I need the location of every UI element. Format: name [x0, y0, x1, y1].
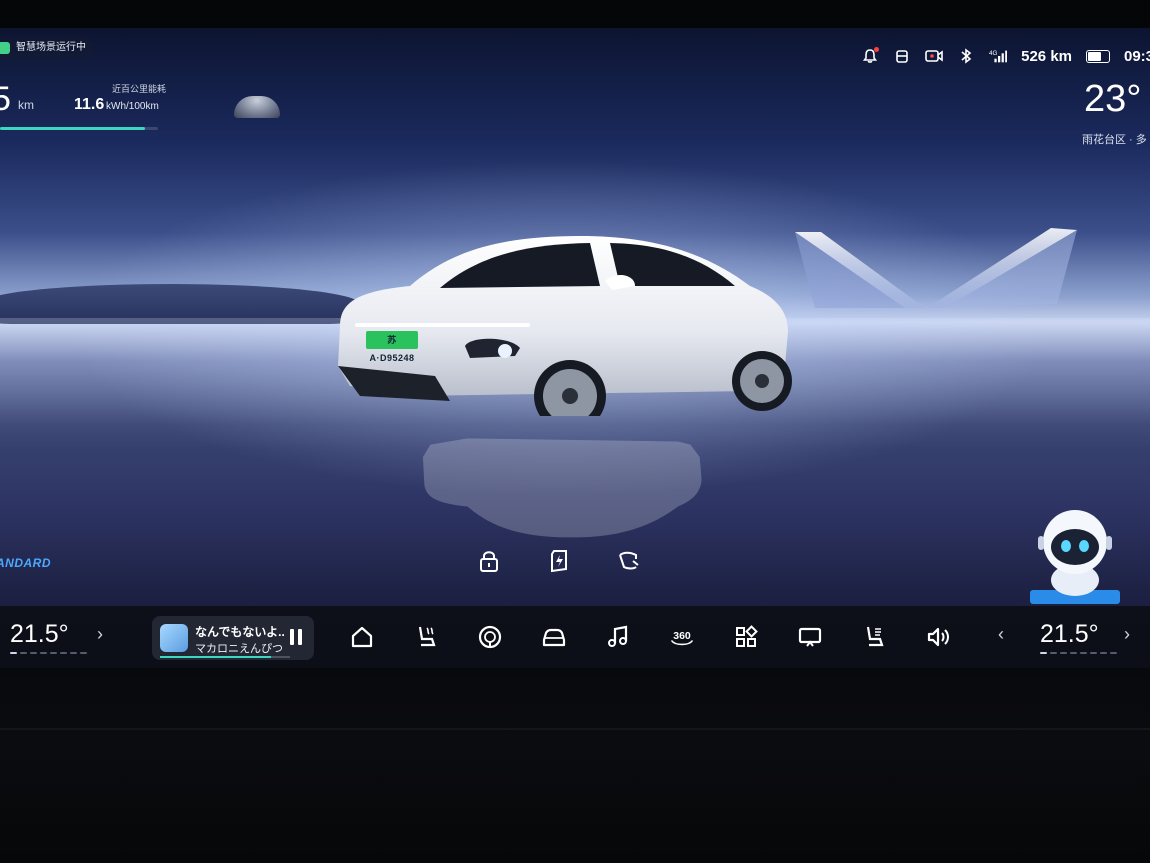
temperature-level-dot [1040, 652, 1047, 654]
infotainment-screen: 苏A·D95248 智慧场景运行中 5 km 近百公里能耗 11.6 kWh/1… [0, 28, 1150, 668]
energy-consumption-label: 近百公里能耗 [112, 84, 167, 94]
drive-mode-label[interactable]: ANDARD [0, 556, 51, 570]
driver-temperature-level [10, 652, 87, 654]
scene-cube-icon [0, 42, 10, 54]
album-art-icon [160, 624, 188, 652]
steering-heat-icon[interactable] [474, 621, 506, 653]
temperature-level-dot [1050, 652, 1057, 654]
assistant-mascot[interactable] [1030, 502, 1120, 604]
car-icon[interactable] [538, 621, 570, 653]
temperature-level-dot [1090, 652, 1097, 654]
song-artist: マカロニえんぴつ [195, 643, 283, 655]
video-record-icon[interactable] [925, 47, 943, 65]
range-progress-bar [0, 127, 158, 130]
charge-port-icon[interactable] [546, 548, 572, 574]
seat-vent-icon[interactable] [858, 621, 890, 653]
chevron-left-icon[interactable]: ‹ [998, 624, 1004, 645]
clock: 09:3 [1124, 47, 1150, 65]
temperature-level-dot [50, 652, 57, 654]
energy-consumption-unit: kWh/100km [106, 101, 159, 112]
pause-icon[interactable] [290, 629, 304, 645]
temperature-level-dot [1070, 652, 1077, 654]
driver-temperature[interactable]: 21.5° [10, 620, 69, 649]
chevron-right-icon[interactable]: › [1124, 624, 1130, 645]
remaining-range-value: 5 [0, 80, 11, 118]
temperature-level-dot [40, 652, 47, 654]
temperature-level-dot [10, 652, 17, 654]
music-icon[interactable] [602, 621, 634, 653]
screen-bezel [0, 668, 1150, 863]
seat-heat-icon[interactable] [410, 621, 442, 653]
smart-scene-chip[interactable]: 智慧场景运行中 [0, 37, 94, 59]
chevron-right-icon[interactable]: › [97, 624, 103, 645]
temperature-level-dot [1110, 652, 1117, 654]
media-player-card[interactable]: なんでもないよ.. マカロニえんぴつ [152, 616, 314, 660]
dashcam-icon[interactable] [893, 47, 911, 65]
remaining-range-unit: km [18, 98, 34, 112]
passenger-temperature-level [1040, 652, 1117, 654]
scene-chip-label: 智慧场景运行中 [16, 42, 86, 53]
quick-actions [476, 548, 642, 574]
moon-decoration [234, 96, 280, 118]
notification-bell-icon[interactable] [861, 47, 880, 65]
status-range-km: 526 km [1021, 47, 1072, 65]
vehicle-image[interactable] [330, 206, 792, 416]
brand-v-sculpture [795, 228, 1077, 308]
temperature-level-dot [1100, 652, 1107, 654]
song-title: なんでもないよ.. [195, 625, 285, 639]
passenger-temperature[interactable]: 21.5° [1040, 620, 1099, 649]
svg-text:360: 360 [673, 630, 691, 642]
battery-icon [1086, 49, 1110, 63]
energy-consumption-value: 11.6 [74, 96, 105, 113]
temperature-level-dot [70, 652, 77, 654]
home-icon[interactable] [346, 621, 378, 653]
weather-temperature[interactable]: 23° [1084, 78, 1141, 121]
screen-icon[interactable] [794, 621, 826, 653]
status-bar: 4G 526 km 09:3 [861, 44, 1150, 68]
weather-location: 雨花台区 · 多 [1082, 134, 1147, 146]
license-plate: 苏A·D95248 [366, 331, 418, 363]
svg-text:4G: 4G [989, 50, 998, 57]
temperature-level-dot [30, 652, 37, 654]
bottom-dock: 21.5° › なんでもないよ.. マカロニえんぴつ 360 ‹ 21.5° › [0, 606, 1150, 668]
bluetooth-icon[interactable] [957, 47, 975, 65]
vehicle-reflection [422, 438, 702, 538]
temperature-level-dot [20, 652, 27, 654]
temperature-level-dot [1060, 652, 1067, 654]
dock-icon-row: 360 [346, 621, 954, 653]
cellular-signal-icon: 4G [989, 47, 1008, 65]
temperature-level-dot [1080, 652, 1087, 654]
camera-360-icon[interactable]: 360 [666, 621, 698, 653]
lock-icon[interactable] [476, 548, 502, 574]
temperature-level-dot [80, 652, 87, 654]
temperature-level-dot [60, 652, 67, 654]
media-progress-bar[interactable] [160, 656, 290, 658]
tailgate-icon[interactable] [616, 548, 642, 574]
apps-icon[interactable] [730, 621, 762, 653]
volume-icon[interactable] [922, 621, 954, 653]
